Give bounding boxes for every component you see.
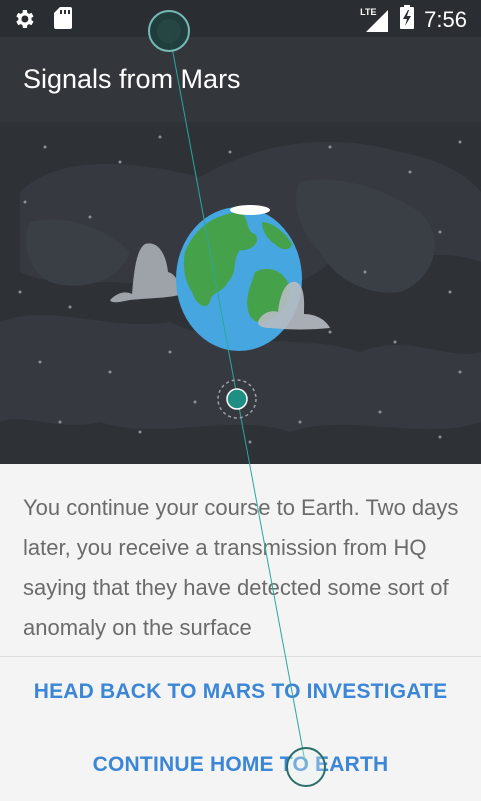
app-bar: Signals from Mars — [0, 37, 481, 122]
status-bar: LTE 7:56 — [0, 0, 481, 37]
clock: 7:56 — [424, 6, 467, 32]
battery-charging-icon — [400, 5, 415, 34]
choice-investigate-button[interactable]: HEAD BACK TO MARS TO INVESTIGATE — [0, 680, 481, 704]
divider — [0, 656, 481, 657]
choice-continue-button[interactable]: CONTINUE HOME TO EARTH — [0, 753, 481, 777]
sd-card-icon — [54, 7, 72, 36]
story-text: You continue your course to Earth. Two d… — [23, 495, 459, 640]
page-title: Signals from Mars — [23, 64, 241, 94]
gear-icon — [12, 7, 36, 36]
signal-icon: LTE — [360, 7, 390, 33]
earth-illustration — [0, 122, 481, 464]
story-card: You continue your course to Earth. Two d… — [0, 464, 481, 801]
